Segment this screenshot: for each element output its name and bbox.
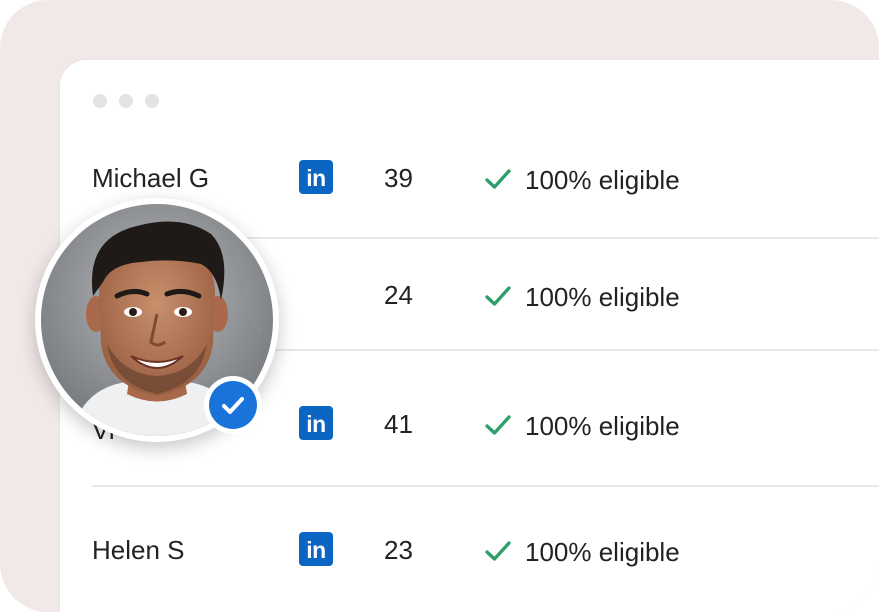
window-dot[interactable] <box>93 94 107 108</box>
check-icon <box>222 397 244 414</box>
candidate-name: Michael G <box>92 163 210 193</box>
candidate-count: 23 <box>384 535 413 565</box>
linkedin-icon[interactable]: in <box>299 532 333 566</box>
eligibility-label: 100% eligible <box>525 411 680 441</box>
check-icon <box>485 541 511 561</box>
candidate-count: 39 <box>384 163 413 193</box>
table-row[interactable]: Helen S in 23 100% eligible <box>60 530 879 570</box>
window-dot[interactable] <box>145 94 159 108</box>
candidate-name: Helen S <box>92 535 185 565</box>
eligibility-label: 100% eligible <box>525 282 680 312</box>
linkedin-icon[interactable]: in <box>299 160 333 194</box>
linkedin-icon[interactable]: in <box>299 406 333 440</box>
table-row[interactable]: Michael G in 39 100% eligible <box>60 158 879 198</box>
background-card: Michael G in 39 100% eligible 24 100% el… <box>0 0 879 612</box>
window-dot[interactable] <box>119 94 133 108</box>
check-icon <box>485 169 511 189</box>
window-controls <box>93 94 159 108</box>
candidate-count: 41 <box>384 409 413 439</box>
eligibility-label: 100% eligible <box>525 537 680 567</box>
row-divider <box>92 485 879 487</box>
check-icon <box>485 286 511 306</box>
verified-badge-icon <box>209 381 257 429</box>
candidate-count: 24 <box>384 280 413 310</box>
verified-badge <box>204 376 262 434</box>
eligibility-label: 100% eligible <box>525 165 680 195</box>
check-icon <box>485 415 511 435</box>
